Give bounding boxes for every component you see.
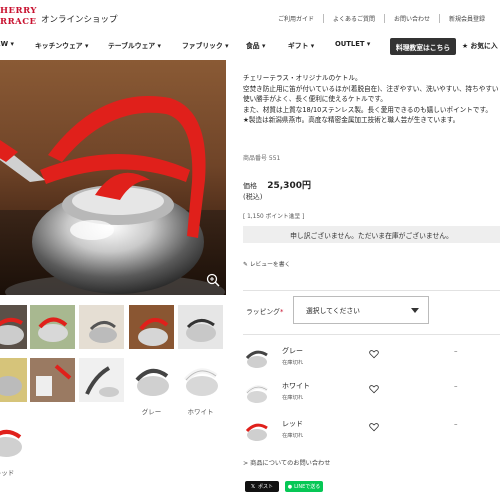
description-line: ★製造は新潟県燕市。高度な精密金属加工技術と職人芸が生きています。 [243,116,460,125]
required-mark: * [279,308,284,316]
thumbnail-caption-red: レッド [0,469,15,477]
thumbnail-red[interactable] [0,419,27,463]
line-logo-icon: ● [287,483,293,490]
price-row: 価格 25,300円 [243,178,311,191]
nav-item-new[interactable]: EW ▾ [0,40,14,48]
wrapping-label: ラッピング* [246,306,283,316]
description-line: また、材質は上質な18/10ステンレス製。長く愛用できるのも嬉しいポイントです。 [243,105,492,114]
nav-item-kitchenware[interactable]: キッチンウェア ▾ [35,40,88,50]
thumbnail[interactable] [30,358,75,402]
shop-name[interactable]: オンラインショップ [41,13,118,25]
share-x-label: ポスト [258,484,274,490]
tax-note: (税込) [243,193,263,201]
thumbnail[interactable] [79,358,124,402]
util-link-guide[interactable]: ご利用ガイド [269,14,323,23]
variant-row: グレー 在庫切れ – [243,344,500,372]
share-line-button[interactable]: ● LINEで送る [285,481,323,492]
pencil-icon: ✎ [243,262,248,268]
zoom-icon[interactable] [206,273,220,287]
logo-line-2: RRACE [0,17,37,27]
cooking-class-button[interactable]: 料理教室はこちら [390,38,456,55]
variant-quantity: – [454,347,458,355]
product-description: チェリーテラス・オリジナルのケトル。 空焚き防止用に笛が付いているほか(着脱自在… [243,73,500,126]
share-line-label: LINEで送る [294,484,321,490]
review-link-label: レビューを書く [249,262,291,268]
util-link-faq[interactable]: よくあるご質問 [322,14,384,23]
wrapping-select-value: 選択してください [306,307,360,315]
points-note: [ 1,150 ポイント進呈 ] [243,214,305,220]
variant-thumbnail-red [245,423,268,441]
nav-item-outlet[interactable]: OUTLET ▾ [335,40,370,48]
variant-thumbnail-white [245,385,268,403]
variant-name: グレー [282,347,303,355]
price-value: 25,300円 [267,181,311,191]
brand-logo[interactable]: HERRY RRACE [0,6,38,34]
divider [243,290,500,291]
variant-thumbnail-gray [245,350,268,368]
kettle-photo [0,95,226,295]
variant-name: レッド [282,420,303,428]
heart-icon[interactable] [369,349,379,359]
thumbnail[interactable] [0,358,27,402]
share-x-button[interactable]: 𝕏 ポスト [245,481,279,492]
description-line: チェリーテラス・オリジナルのケトル。 [243,74,362,82]
wrapping-select[interactable]: 選択してください [293,296,429,324]
chevron-down-icon [411,308,419,313]
variant-row: ホワイト 在庫切れ – [243,379,500,407]
variant-quantity: – [454,420,458,428]
thumbnail[interactable] [129,305,174,349]
variant-row: レッド 在庫切れ – [243,417,500,445]
product-inquiry-link[interactable]: > 商品についてのお問い合わせ [243,458,330,467]
variant-stock: 在庫切れ [282,360,304,366]
main-nav: EW ▾ キッチンウェア ▾ テーブルウェア ▾ ファブリック ▾ 食品 ▾ ギ… [0,38,500,56]
nav-item-tableware[interactable]: テーブルウェア ▾ [108,40,161,50]
wrapping-label-text: ラッピング [246,308,280,316]
description-line: 使い勝手がよく、長く便利に使えるケトルです。 [243,95,387,104]
write-review-link[interactable]: ✎ レビューを書く [243,259,290,268]
logo-line-1: HERRY [0,6,37,16]
variant-stock: 在庫切れ [282,395,304,401]
nav-item-fabric[interactable]: ファブリック ▾ [182,40,229,50]
thumbnail[interactable] [178,305,223,349]
thumbnail-white[interactable] [178,358,223,402]
thumbnail-caption-white: ホワイト [187,408,214,416]
thumbnail[interactable] [30,305,75,349]
util-link-contact[interactable]: お問い合わせ [383,14,439,23]
nav-item-gift[interactable]: ギフト ▾ [288,40,314,50]
favorites-link[interactable]: ★ お気に入 [462,40,498,50]
product-sku: 商品番号 551 [243,155,281,162]
x-logo-icon: 𝕏 [250,483,255,490]
site-header: HERRY RRACE オンラインショップ ご利用ガイド よくあるご質問 お問い… [0,0,500,38]
heart-icon[interactable] [369,422,379,432]
variant-name: ホワイト [282,382,310,390]
variant-stock: 在庫切れ [282,433,304,439]
thumbnail-gray[interactable] [129,358,174,402]
util-link-register[interactable]: 新規会員登録 [438,14,494,23]
soldout-message: 申し訳ございません。ただいま在庫がございません。 [243,226,500,243]
description-line: 空焚き防止用に笛が付いているほか(着脱自在)、注ぎやすい、洗いやすい、持ちやすい [243,84,499,93]
heart-icon[interactable] [369,384,379,394]
divider [243,334,500,335]
thumbnail[interactable] [79,305,124,349]
price-label: 価格 [243,182,257,190]
thumbnail[interactable] [0,305,27,349]
variant-quantity: – [454,382,458,390]
nav-item-food[interactable]: 食品 ▾ [246,40,265,50]
thumbnail-caption-gray: グレー [141,408,162,416]
main-product-image[interactable] [0,60,226,295]
utility-links: ご利用ガイド よくあるご質問 お問い合わせ 新規会員登録 [269,14,494,23]
